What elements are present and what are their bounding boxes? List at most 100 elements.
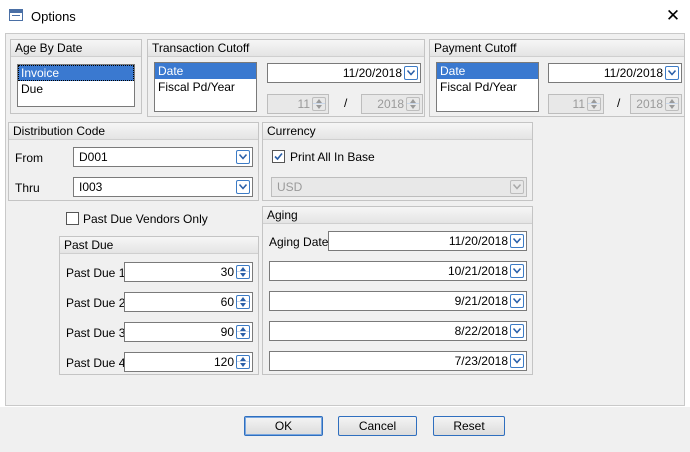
aging-period-2-value: 9/21/2018 — [454, 294, 508, 308]
past-due-header: Past Due — [60, 237, 258, 254]
past-due-3-value: 90 — [220, 325, 234, 339]
thru-value: I003 — [79, 180, 103, 194]
past-due-2-value: 60 — [220, 295, 234, 309]
chevron-down-icon[interactable] — [510, 264, 524, 278]
aging-group: Aging Aging Date 11/20/2018 10/21/2018 9… — [262, 206, 533, 375]
past-due-3-label: Past Due 3 — [66, 326, 126, 340]
aging-period-4-value: 7/23/2018 — [454, 354, 508, 368]
spin-arrows-icon[interactable] — [665, 97, 679, 111]
past-due-vendors-only-label: Past Due Vendors Only — [83, 212, 208, 226]
spin-arrows-icon[interactable] — [236, 265, 250, 279]
past-due-4-label: Past Due 4 — [66, 356, 126, 370]
transaction-cutoff-date-value: 11/20/2018 — [342, 66, 402, 80]
ok-button[interactable]: OK — [244, 416, 323, 436]
aging-period-4-picker[interactable]: 7/23/2018 — [269, 351, 527, 371]
past-due-group: Past Due Past Due 1 30 Past Due 2 60 Pas… — [59, 236, 259, 375]
thru-label: Thru — [15, 181, 40, 195]
past-due-1-spinner[interactable]: 30 — [124, 262, 253, 282]
title-bar: Options ✕ — [0, 0, 690, 32]
age-by-date-list[interactable]: Invoice Due — [17, 64, 135, 107]
print-all-in-base-checkbox[interactable] — [272, 150, 285, 163]
from-label: From — [15, 151, 43, 165]
spin-arrows-icon[interactable] — [236, 355, 250, 369]
spin-arrows-icon[interactable] — [406, 97, 420, 111]
past-due-4-spinner[interactable]: 120 — [124, 352, 253, 372]
currency-value: USD — [277, 180, 303, 194]
age-by-date-group: Age By Date Invoice Due — [10, 39, 142, 114]
aging-period-3-picker[interactable]: 8/22/2018 — [269, 321, 527, 341]
print-all-in-base-label: Print All In Base — [290, 150, 375, 164]
distribution-code-header: Distribution Code — [9, 123, 258, 140]
options-window-icon — [9, 9, 23, 21]
window-title: Options — [31, 9, 76, 24]
payment-cutoff-year-spinner[interactable]: 2018 — [630, 94, 682, 114]
chevron-down-icon[interactable] — [236, 180, 250, 194]
payment-cutoff-list[interactable]: Date Fiscal Pd/Year — [436, 62, 539, 112]
transaction-cutoff-list[interactable]: Date Fiscal Pd/Year — [154, 62, 257, 112]
payment-cutoff-date-value: 11/20/2018 — [603, 66, 663, 80]
transaction-cutoff-period-spinner[interactable]: 11 — [267, 94, 329, 114]
check-icon — [274, 152, 283, 161]
past-due-2-label: Past Due 2 — [66, 296, 126, 310]
chevron-down-icon[interactable] — [510, 354, 524, 368]
transaction-cutoff-option-date[interactable]: Date — [155, 63, 256, 79]
spin-arrows-icon[interactable] — [312, 97, 326, 111]
age-by-date-option-due[interactable]: Due — [18, 81, 134, 97]
spin-arrows-icon[interactable] — [236, 325, 250, 339]
reset-button[interactable]: Reset — [433, 416, 505, 436]
payment-cutoff-option-fiscal[interactable]: Fiscal Pd/Year — [437, 79, 538, 95]
aging-period-2-picker[interactable]: 9/21/2018 — [269, 291, 527, 311]
spin-arrows-icon[interactable] — [587, 97, 601, 111]
currency-select[interactable]: USD — [271, 177, 527, 197]
age-by-date-header: Age By Date — [11, 40, 141, 57]
aging-date-label: Aging Date — [269, 235, 329, 249]
transaction-cutoff-year-value: 2018 — [377, 97, 404, 111]
past-due-vendors-only-checkbox[interactable] — [66, 212, 79, 225]
dialog-footer: OK Cancel Reset — [0, 407, 690, 452]
close-icon[interactable]: ✕ — [656, 0, 690, 32]
payment-cutoff-date-picker[interactable]: 11/20/2018 — [548, 63, 682, 83]
aging-period-3-value: 8/22/2018 — [454, 324, 508, 338]
currency-header: Currency — [263, 123, 532, 140]
chevron-down-icon[interactable] — [510, 234, 524, 248]
aging-date-value: 11/20/2018 — [448, 234, 508, 248]
payment-cutoff-group: Payment Cutoff Date Fiscal Pd/Year 11/20… — [429, 39, 685, 117]
period-year-separator: / — [344, 96, 348, 110]
distribution-code-from-select[interactable]: D001 — [73, 147, 253, 167]
past-due-2-spinner[interactable]: 60 — [124, 292, 253, 312]
aging-period-1-value: 10/21/2018 — [447, 264, 508, 278]
past-due-3-spinner[interactable]: 90 — [124, 322, 253, 342]
payment-cutoff-year-value: 2018 — [636, 97, 663, 111]
chevron-down-icon[interactable] — [236, 150, 250, 164]
transaction-cutoff-date-picker[interactable]: 11/20/2018 — [267, 63, 421, 83]
cancel-button[interactable]: Cancel — [338, 416, 417, 436]
transaction-cutoff-option-fiscal[interactable]: Fiscal Pd/Year — [155, 79, 256, 95]
chevron-down-icon[interactable] — [665, 66, 679, 80]
distribution-code-thru-select[interactable]: I003 — [73, 177, 253, 197]
options-panel: Age By Date Invoice Due Transaction Cuto… — [5, 33, 685, 406]
past-due-1-value: 30 — [220, 265, 234, 279]
past-due-4-value: 120 — [213, 355, 234, 369]
age-by-date-option-invoice[interactable]: Invoice — [18, 65, 134, 81]
payment-cutoff-period-value: 11 — [572, 97, 585, 111]
period-year-separator: / — [617, 96, 621, 110]
chevron-down-icon[interactable] — [510, 324, 524, 338]
distribution-code-group: Distribution Code From D001 Thru I003 — [8, 122, 259, 201]
currency-group: Currency Print All In Base USD — [262, 122, 533, 201]
payment-cutoff-option-date[interactable]: Date — [437, 63, 538, 79]
past-due-1-label: Past Due 1 — [66, 266, 126, 280]
transaction-cutoff-header: Transaction Cutoff — [148, 40, 424, 57]
payment-cutoff-header: Payment Cutoff — [430, 40, 684, 57]
chevron-down-icon[interactable] — [510, 180, 524, 194]
transaction-cutoff-group: Transaction Cutoff Date Fiscal Pd/Year 1… — [147, 39, 425, 117]
chevron-down-icon[interactable] — [510, 294, 524, 308]
transaction-cutoff-period-value: 11 — [297, 97, 310, 111]
chevron-down-icon[interactable] — [404, 66, 418, 80]
aging-period-1-picker[interactable]: 10/21/2018 — [269, 261, 527, 281]
from-value: D001 — [79, 150, 108, 164]
payment-cutoff-period-spinner[interactable]: 11 — [548, 94, 604, 114]
transaction-cutoff-year-spinner[interactable]: 2018 — [361, 94, 423, 114]
aging-date-picker[interactable]: 11/20/2018 — [328, 231, 527, 251]
aging-header: Aging — [263, 207, 532, 224]
spin-arrows-icon[interactable] — [236, 295, 250, 309]
